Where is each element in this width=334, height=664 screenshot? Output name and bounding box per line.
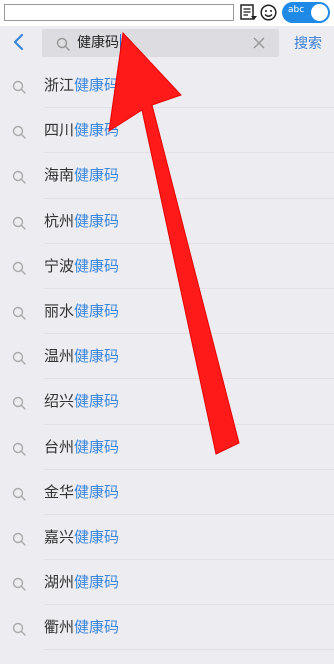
text-caret (120, 34, 121, 50)
search-icon (56, 36, 70, 51)
suggestion-item[interactable]: 嘉兴健康码 (0, 515, 334, 561)
suggestion-prefix: 绍兴 (44, 392, 75, 411)
search-input-value: 健康码 (77, 35, 119, 51)
ime-text-input[interactable] (4, 4, 234, 21)
suggestion-keyword: 健康码 (74, 211, 120, 230)
suggestion-prefix: 四川 (44, 121, 75, 140)
suggestion-item[interactable]: 丽水健康码 (0, 289, 334, 335)
input-mode-toggle[interactable]: abc (282, 2, 330, 23)
suggestion-item[interactable]: 海南健康码 (0, 153, 334, 199)
close-icon[interactable] (251, 35, 267, 51)
emoji-icon[interactable] (260, 4, 277, 21)
ime-toolbar: abc (0, 0, 334, 26)
suggestion-item[interactable]: 宁波健康码 (0, 244, 334, 289)
suggestion-keyword: 健康码 (74, 76, 120, 94)
suggestion-item[interactable]: 湖州健康码 (0, 560, 334, 606)
suggestion-item[interactable]: 金华健康码 (0, 470, 334, 515)
suggestion-keyword: 健康码 (74, 347, 120, 366)
suggestion-item[interactable]: 台州健康码 (0, 425, 334, 470)
suggestion-keyword: 健康码 (74, 573, 120, 592)
suggestion-label: 湖州健康码 (44, 572, 119, 592)
search-icon (12, 124, 26, 139)
suggestion-prefix: 温州 (44, 347, 75, 366)
toggle-knob (311, 4, 328, 21)
suggestion-prefix: 浙江 (44, 76, 75, 94)
suggestion-keyword: 健康码 (74, 121, 120, 140)
notes-icon[interactable] (240, 4, 258, 21)
suggestion-label: 温州健康码 (44, 346, 119, 366)
suggestion-prefix: 丽水 (44, 301, 75, 320)
suggestion-label: 金华健康码 (44, 482, 119, 502)
suggestion-prefix: 金华 (44, 482, 75, 501)
suggestion-label: 衢州健康码 (44, 617, 119, 637)
suggestion-prefix: 杭州 (44, 211, 75, 230)
suggestion-label: 海南健康码 (44, 165, 119, 185)
suggestion-keyword: 健康码 (74, 392, 120, 411)
suggestion-item[interactable]: 绍兴健康码 (0, 379, 334, 425)
search-icon (12, 169, 26, 185)
suggestion-prefix: 衢州 (44, 618, 75, 637)
search-header: 健康码 搜索 (0, 26, 334, 60)
suggestion-prefix: 台州 (44, 437, 75, 456)
chevron-left-icon[interactable] (9, 31, 29, 53)
search-icon (12, 621, 26, 636)
suggestion-label: 浙江健康码 (44, 75, 119, 95)
suggestion-keyword: 健康码 (74, 527, 120, 546)
search-icon (12, 441, 26, 456)
suggestion-prefix: 海南 (44, 166, 75, 185)
search-icon (12, 215, 26, 230)
suggestion-label: 绍兴健康码 (44, 391, 119, 411)
suggestion-keyword: 健康码 (74, 301, 120, 320)
suggestion-prefix: 湖州 (44, 573, 75, 592)
suggestion-label: 杭州健康码 (44, 211, 119, 231)
search-icon (12, 305, 26, 320)
suggestion-list: 浙江健康码 四川健康码 海南健康码 杭州健康码 宁波健康码 丽水健康码 温州健康码 绍兴健康码… (0, 63, 334, 651)
suggestion-label: 宁波健康码 (44, 256, 119, 276)
divider (44, 649, 334, 651)
suggestion-label: 四川健康码 (44, 120, 119, 140)
suggestion-item[interactable]: 衢州健康码 (0, 605, 334, 651)
suggestion-keyword: 健康码 (74, 256, 120, 275)
search-icon (12, 260, 26, 275)
search-icon (12, 531, 26, 546)
search-icon (12, 395, 26, 411)
suggestion-keyword: 健康码 (74, 618, 120, 637)
search-box[interactable]: 健康码 (42, 29, 279, 57)
suggestion-keyword: 健康码 (74, 437, 120, 456)
suggestion-prefix: 宁波 (44, 256, 75, 275)
suggestion-item[interactable]: 温州健康码 (0, 334, 334, 380)
search-icon (12, 486, 26, 501)
suggestion-keyword: 健康码 (74, 166, 120, 185)
suggestion-prefix: 嘉兴 (44, 527, 75, 546)
search-icon (12, 79, 26, 94)
search-icon (12, 350, 26, 365)
suggestion-item[interactable]: 浙江健康码 (0, 63, 334, 109)
suggestion-label: 嘉兴健康码 (44, 527, 119, 547)
suggestion-keyword: 健康码 (74, 482, 120, 501)
suggestion-label: 台州健康码 (44, 437, 119, 457)
search-button[interactable]: 搜索 (294, 33, 322, 53)
suggestion-label: 丽水健康码 (44, 301, 119, 321)
toggle-label: abc (288, 5, 305, 15)
search-icon (12, 576, 26, 591)
suggestion-item[interactable]: 四川健康码 (0, 108, 334, 154)
search-input[interactable]: 健康码 (77, 34, 121, 52)
suggestion-item[interactable]: 杭州健康码 (0, 199, 334, 244)
